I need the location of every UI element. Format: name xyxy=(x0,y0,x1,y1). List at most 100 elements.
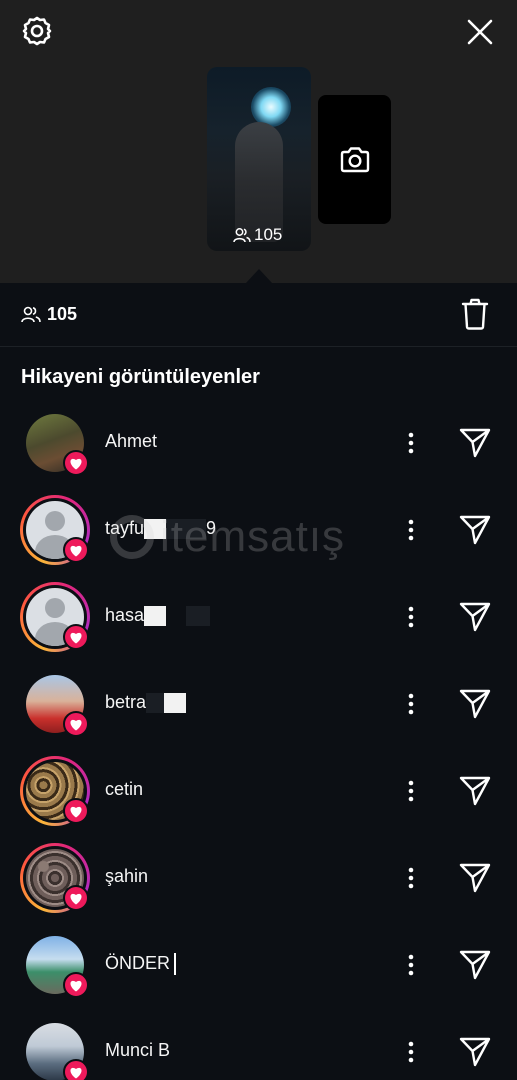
text-cursor xyxy=(174,953,177,976)
more-vertical-icon xyxy=(408,1041,414,1063)
censor-block xyxy=(144,519,167,540)
viewer-name[interactable]: cetin xyxy=(105,779,143,800)
viewer-row[interactable]: ÖNDER xyxy=(0,930,517,1017)
send-message-button[interactable] xyxy=(456,424,494,462)
trash-icon xyxy=(461,298,489,330)
viewer-row[interactable]: tayfu 9 xyxy=(0,495,517,582)
heart-badge xyxy=(63,537,89,563)
heart-badge xyxy=(63,972,89,998)
camera-icon xyxy=(340,146,369,172)
more-options-button[interactable] xyxy=(398,859,424,897)
send-icon xyxy=(459,950,491,980)
viewers-icon xyxy=(21,306,41,323)
viewers-count-value: 105 xyxy=(47,304,78,324)
send-message-button[interactable] xyxy=(456,598,494,636)
thumbnail-light xyxy=(251,87,291,127)
avatar[interactable] xyxy=(20,1017,90,1080)
heart-badge xyxy=(63,450,89,476)
heart-badge xyxy=(63,711,89,737)
more-vertical-icon xyxy=(408,780,414,802)
censor-block xyxy=(166,519,207,540)
send-icon xyxy=(459,776,491,806)
more-vertical-icon xyxy=(408,867,414,889)
send-icon xyxy=(459,515,491,545)
avatar[interactable] xyxy=(20,756,90,826)
settings-button[interactable] xyxy=(17,11,57,51)
more-vertical-icon xyxy=(408,519,414,541)
viewers-count[interactable]: 105 xyxy=(21,304,77,325)
censor-block xyxy=(144,606,167,627)
more-options-button[interactable] xyxy=(398,685,424,723)
send-message-button[interactable] xyxy=(456,1033,494,1071)
thumbnail-views: 105 xyxy=(233,225,282,245)
viewer-name[interactable]: ÖNDER xyxy=(105,953,177,976)
heart-icon xyxy=(70,980,82,991)
thumbnail-figure xyxy=(235,122,283,242)
send-message-button[interactable] xyxy=(456,685,494,723)
avatar[interactable] xyxy=(20,408,90,478)
delete-story-button[interactable] xyxy=(459,297,491,331)
send-icon xyxy=(459,428,491,458)
heart-icon xyxy=(70,1067,82,1078)
avatar[interactable] xyxy=(20,930,90,1000)
more-options-button[interactable] xyxy=(398,424,424,462)
avatar[interactable] xyxy=(20,495,90,565)
heart-icon xyxy=(70,545,82,556)
close-button[interactable] xyxy=(459,11,501,53)
viewer-row[interactable]: Munci B xyxy=(0,1017,517,1080)
send-icon xyxy=(459,1037,491,1067)
more-options-button[interactable] xyxy=(398,946,424,984)
heart-badge xyxy=(63,885,89,911)
avatar[interactable] xyxy=(20,843,90,913)
story-preview-panel: 105 xyxy=(0,0,517,283)
more-options-button[interactable] xyxy=(398,598,424,636)
viewer-name-suffix: 9 xyxy=(206,518,217,538)
selection-pointer xyxy=(246,269,272,283)
more-options-button[interactable] xyxy=(398,772,424,810)
viewer-name[interactable]: betra xyxy=(105,692,187,714)
more-options-button[interactable] xyxy=(398,511,424,549)
censor-block xyxy=(186,606,211,627)
story-thumbnail[interactable]: 105 xyxy=(207,67,311,251)
send-message-button[interactable] xyxy=(456,946,494,984)
heart-badge xyxy=(63,624,89,650)
viewer-row[interactable]: hasa xyxy=(0,582,517,669)
send-icon xyxy=(459,863,491,893)
send-icon xyxy=(459,602,491,632)
add-story-button[interactable] xyxy=(318,95,391,224)
viewer-name-text: betra xyxy=(105,692,147,712)
viewer-row[interactable]: cetin xyxy=(0,756,517,843)
heart-icon xyxy=(70,893,82,904)
viewer-row[interactable]: şahin xyxy=(0,843,517,930)
viewers-summary-bar: 105 xyxy=(0,283,517,347)
avatar[interactable] xyxy=(20,582,90,652)
more-vertical-icon xyxy=(408,693,414,715)
gear-icon xyxy=(22,16,52,46)
viewers-icon xyxy=(233,228,251,243)
send-message-button[interactable] xyxy=(456,511,494,549)
more-vertical-icon xyxy=(408,432,414,454)
heart-badge xyxy=(63,1059,89,1080)
avatar[interactable] xyxy=(20,669,90,739)
viewer-name[interactable]: Ahmet xyxy=(105,431,157,452)
viewer-name-text: hasa xyxy=(105,605,145,625)
thumbnail-views-count: 105 xyxy=(254,225,283,244)
viewer-name[interactable]: hasa xyxy=(105,605,211,627)
heart-badge xyxy=(63,798,89,824)
viewer-name[interactable]: şahin xyxy=(105,866,148,887)
more-options-button[interactable] xyxy=(398,1033,424,1071)
viewer-row[interactable]: betra xyxy=(0,669,517,756)
send-message-button[interactable] xyxy=(456,859,494,897)
send-message-button[interactable] xyxy=(456,772,494,810)
censor-block xyxy=(164,693,187,714)
more-vertical-icon xyxy=(408,606,414,628)
close-icon xyxy=(467,19,493,45)
heart-icon xyxy=(70,719,82,730)
viewer-name-text: ÖNDER xyxy=(105,953,171,973)
section-title: Hikayeni görüntüleyenler xyxy=(21,366,260,388)
viewer-row[interactable]: Ahmet xyxy=(0,408,517,495)
heart-icon xyxy=(70,458,82,469)
viewer-name[interactable]: Munci B xyxy=(105,1040,170,1061)
viewer-name[interactable]: tayfu 9 xyxy=(105,518,217,540)
more-vertical-icon xyxy=(408,954,414,976)
